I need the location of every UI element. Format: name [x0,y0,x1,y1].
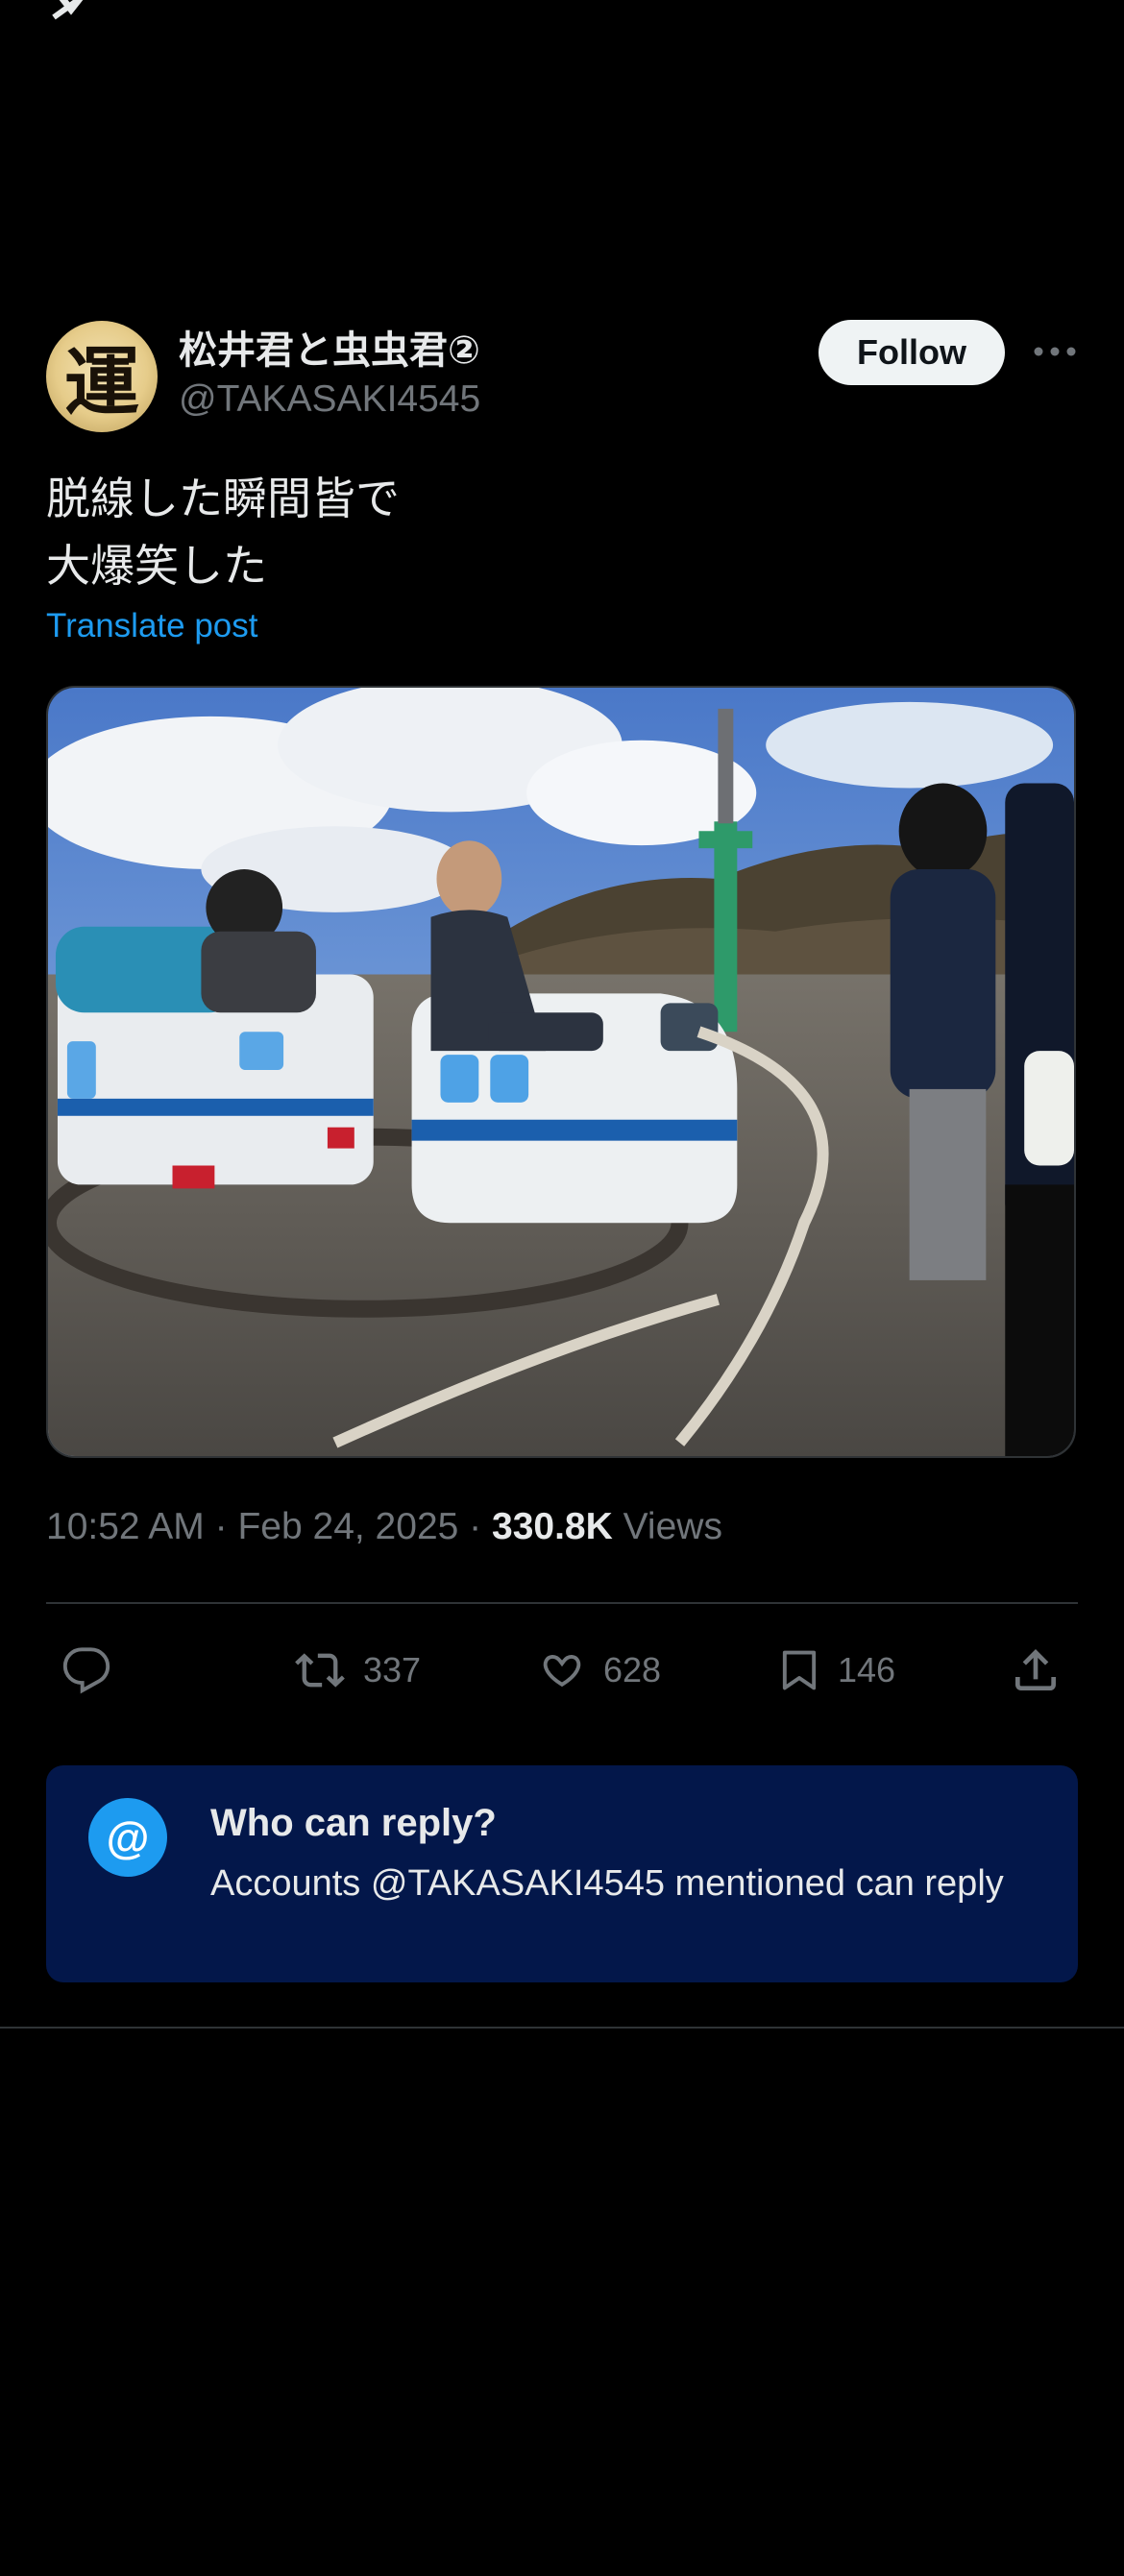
at-sign-icon: @ [88,1798,167,1877]
x-logo-icon[interactable] [44,0,111,21]
views-count[interactable]: 330.8K [492,1506,613,1547]
views-label: Views [623,1506,722,1547]
more-options-icon[interactable] [1028,332,1082,371]
retweet-count: 337 [363,1650,422,1689]
heart-icon [543,1654,581,1688]
meta-separator: · [214,1506,228,1547]
reply-button[interactable] [60,1640,113,1700]
like-button[interactable]: 628 [534,1640,661,1700]
post-text: 脱線した瞬間皆で 大爆笑した [46,474,400,591]
post-meta: 10:52 AM · Feb 24, 2025 · 330.8K Views [46,1506,722,1548]
like-count: 628 [603,1650,662,1689]
translate-post-link[interactable]: Translate post [46,607,257,645]
meta-separator: · [469,1506,482,1547]
bookmark-icon [782,1650,817,1690]
retweet-icon [295,1653,345,1688]
post-time: 10:52 AM [46,1506,205,1547]
share-icon [1015,1649,1056,1690]
reply-icon [62,1647,110,1694]
share-button[interactable] [1009,1640,1063,1700]
who-can-reply-panel: @ Who can reply? Accounts @TAKASAKI4545 … [46,1765,1078,1982]
avatar-glyph: 運 [63,339,139,426]
follow-button[interactable]: Follow [819,320,1005,385]
bookmark-count: 146 [838,1650,896,1689]
author-handle[interactable]: @TAKASAKI4545 [179,378,480,421]
divider [0,2027,1124,2029]
who-can-reply-description: Accounts @TAKASAKI4545 mentioned can rep… [210,1863,1004,1904]
post-photo[interactable] [46,686,1076,1458]
divider [46,1602,1078,1604]
post-date: Feb 24, 2025 [237,1506,459,1547]
bookmark-button[interactable]: 146 [774,1640,895,1700]
retweet-button[interactable]: 337 [290,1640,421,1700]
author-display-name[interactable]: 松井君と虫虫君② [179,319,480,375]
avatar[interactable]: 運 [46,321,158,432]
who-can-reply-title: Who can reply? [210,1802,497,1844]
